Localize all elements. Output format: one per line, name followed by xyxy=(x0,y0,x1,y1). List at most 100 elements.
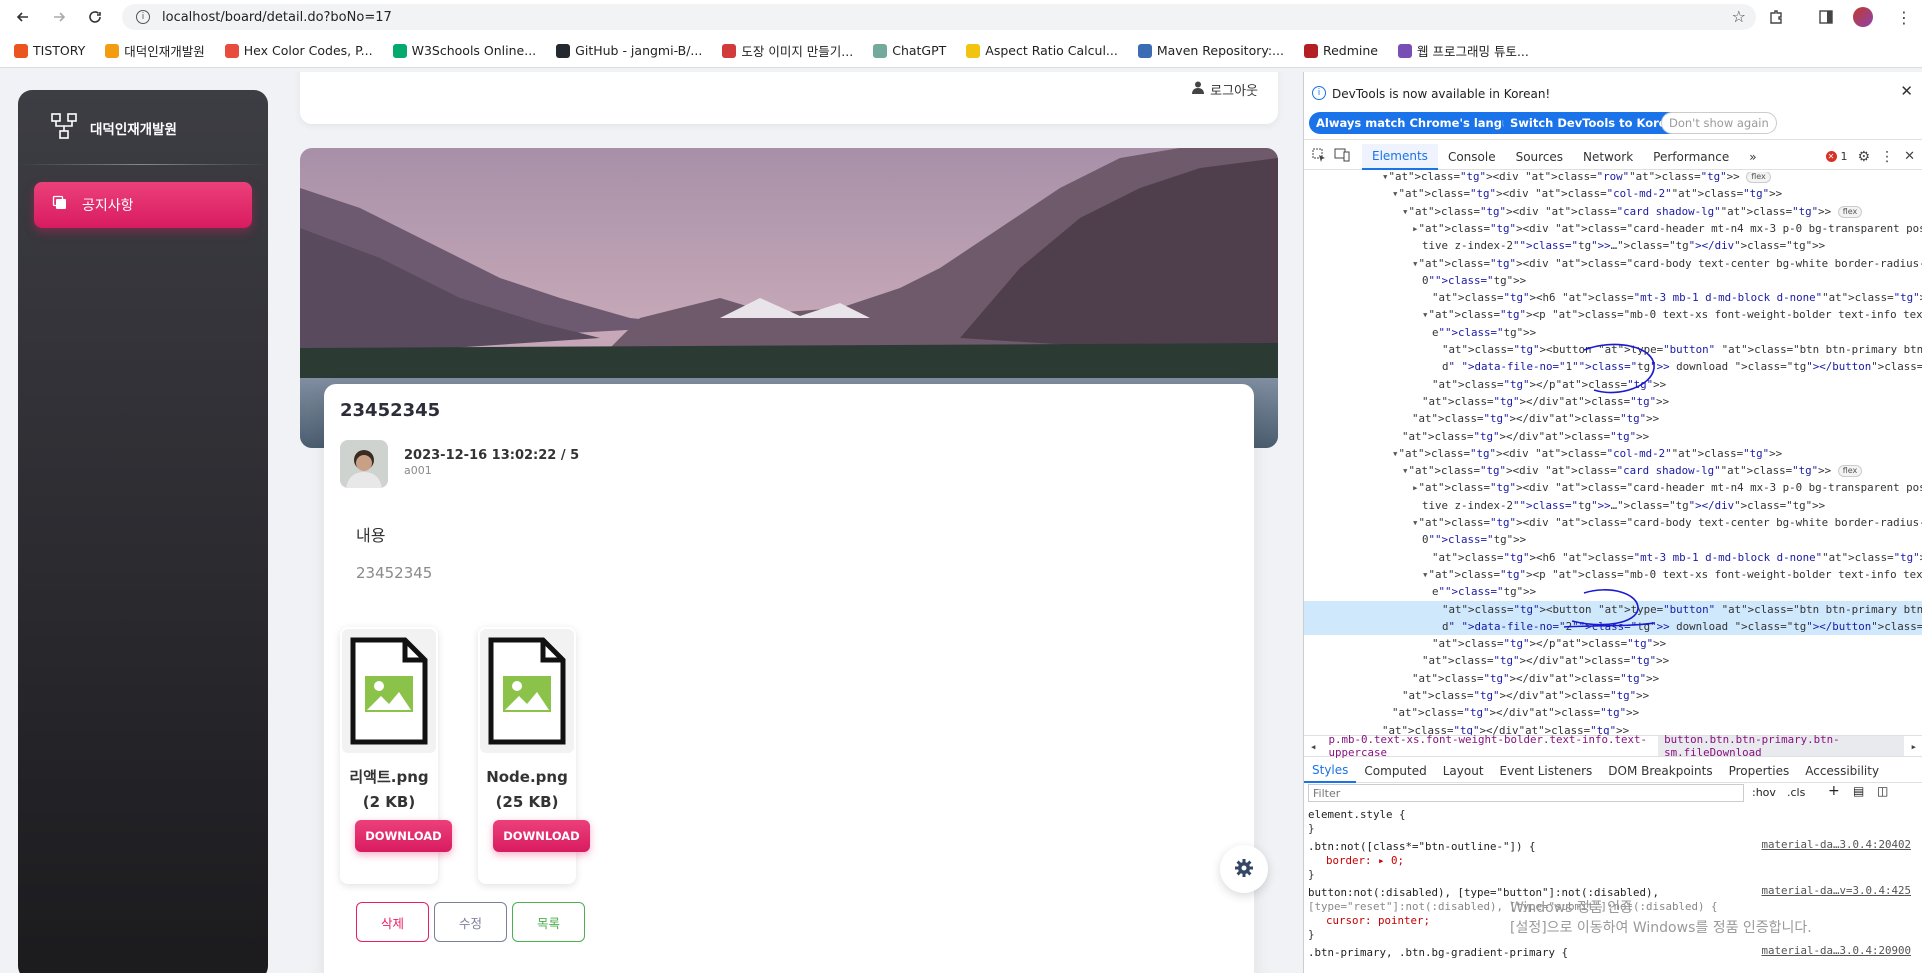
dom-node-line[interactable]: ▾"at">class="tg"><div "at">class="card-b… xyxy=(1412,514,1922,531)
dom-node-line[interactable]: ▸"at">class="tg"><div "at">class="card-h… xyxy=(1412,220,1922,237)
style-source-link[interactable]: material-da…3.0.4:20402 xyxy=(1761,838,1911,851)
tab-network[interactable]: Network xyxy=(1573,144,1643,170)
profile-avatar[interactable] xyxy=(1853,7,1873,27)
logout-link[interactable]: 로그아웃 xyxy=(1192,80,1258,99)
close-icon[interactable]: ✕ xyxy=(1900,82,1913,100)
dom-node-line[interactable]: ▾"at">class="tg"><div "at">class="card s… xyxy=(1402,462,1863,479)
style-rule-line[interactable]: element.style { xyxy=(1308,806,1406,823)
post-title: 23452345 xyxy=(340,400,441,421)
bookmark-item[interactable]: 대덕인재개발원 xyxy=(105,41,205,60)
tab-sources[interactable]: Sources xyxy=(1506,144,1573,170)
forward-icon[interactable] xyxy=(48,6,70,28)
settings-fab[interactable] xyxy=(1220,845,1268,893)
bookmark-item[interactable]: Aspect Ratio Calcul... xyxy=(966,43,1118,58)
url-text[interactable]: localhost/board/detail.do?boNo=17 xyxy=(162,10,392,25)
star-icon[interactable]: ☆ xyxy=(1732,7,1746,26)
crumb-current[interactable]: button.btn.btn-primary.btn-sm.fileDownlo… xyxy=(1658,733,1905,759)
style-rule-line[interactable]: } xyxy=(1308,926,1315,943)
style-source-link[interactable]: material-da…v=3.0.4:425 xyxy=(1761,884,1911,897)
add-rule-icon[interactable]: + xyxy=(1828,783,1840,799)
settings-icon[interactable]: ⚙ xyxy=(1858,149,1871,165)
dom-node-line[interactable]: "at">class="tg"><h6 "at">class="mt-3 mb-… xyxy=(1432,549,1922,566)
dom-node-line[interactable]: ▾"at">class="tg"><p "at">class="mb-0 tex… xyxy=(1422,306,1922,323)
subtab-layout[interactable]: Layout xyxy=(1435,759,1492,783)
reload-icon[interactable] xyxy=(84,6,106,28)
dom-node-line[interactable]: tive z-index-2"">class="tg">>…">class="t… xyxy=(1422,237,1825,254)
subtab-computed[interactable]: Computed xyxy=(1356,759,1434,783)
styles-filter-input[interactable]: Filter xyxy=(1308,784,1744,802)
style-rule-line[interactable]: .btn-primary, .btn.bg-gradient-primary { xyxy=(1308,944,1568,961)
subtab-dom-breakpoints[interactable]: DOM Breakpoints xyxy=(1600,759,1720,783)
subtab-properties[interactable]: Properties xyxy=(1721,759,1798,783)
style-rule-line[interactable]: border: ▸ 0; xyxy=(1326,852,1404,869)
list-button[interactable]: 목록 xyxy=(512,902,585,942)
dom-node-line[interactable]: d" ">data-file-no="1"">class="tg">> down… xyxy=(1442,358,1922,375)
bookmark-item[interactable]: Redmine xyxy=(1303,43,1378,58)
dom-node-line[interactable]: ▸"at">class="tg"><div "at">class="card-h… xyxy=(1412,479,1922,496)
download-button[interactable]: DOWNLOAD xyxy=(355,820,452,852)
bookmark-item[interactable]: TISTORY xyxy=(14,43,85,58)
bookmark-label: Redmine xyxy=(1322,43,1378,58)
crumb-next-icon[interactable]: ▸ xyxy=(1904,740,1922,753)
dom-node-line[interactable]: ▾"at">class="tg"><div "at">class="col-md… xyxy=(1392,445,1782,462)
style-rule-line[interactable]: } xyxy=(1308,866,1315,883)
dom-node-line[interactable]: ▾"at">class="tg"><p "at">class="mb-0 tex… xyxy=(1422,566,1922,583)
error-badge[interactable]: ✕ 1 xyxy=(1825,150,1848,163)
bookmark-item[interactable]: 도장 이미지 만들기... xyxy=(722,41,853,60)
brand[interactable]: 대덕인재개발원 xyxy=(50,112,177,144)
dom-node-line[interactable]: 0"">class="tg">> xyxy=(1422,272,1526,289)
bookmark-item[interactable]: ChatGPT xyxy=(873,43,946,58)
dom-node-line[interactable]: ▾"at">class="tg"><div "at">class="card-b… xyxy=(1412,255,1922,272)
dom-node-line[interactable]: "at">class="tg"></div"at">class="tg">> xyxy=(1402,428,1649,445)
device-toggle-icon[interactable] xyxy=(1334,148,1350,165)
hov-toggle[interactable]: :hov xyxy=(1752,786,1776,799)
subtab-accessibility[interactable]: Accessibility xyxy=(1797,759,1887,783)
back-icon[interactable] xyxy=(12,6,34,28)
dom-node-line[interactable]: "at">class="tg"></div"at">class="tg">> xyxy=(1412,410,1659,427)
sidepanel-icon[interactable] xyxy=(1815,6,1837,28)
crumb-parent[interactable]: p.mb-0.text-xs.font-weight-bolder.text-i… xyxy=(1323,733,1659,759)
bookmark-item[interactable]: Maven Repository:... xyxy=(1137,43,1284,58)
bookmark-favicon-icon xyxy=(873,43,888,58)
sidebar-item-notice[interactable]: 공지사항 xyxy=(34,182,252,228)
more-icon[interactable]: ⋮ xyxy=(1880,149,1894,165)
dom-node-line[interactable]: "at">class="tg"><button "at">type="butto… xyxy=(1442,341,1922,358)
sidebar-toggle-icon[interactable]: ◫ xyxy=(1877,784,1888,798)
bookmark-item[interactable]: Hex Color Codes, P... xyxy=(224,43,373,58)
crumb-prev-icon[interactable]: ◂ xyxy=(1304,740,1323,753)
dom-node-line[interactable]: "at">class="tg"></div"at">class="tg">> xyxy=(1392,704,1639,721)
dom-node-line[interactable]: e"">class="tg">> xyxy=(1432,583,1536,600)
close-devtools-icon[interactable]: ✕ xyxy=(1904,149,1915,164)
bookmark-item[interactable]: W3Schools Online... xyxy=(392,43,536,58)
info-icon[interactable]: i xyxy=(136,10,150,24)
paint-icon[interactable]: ▤ xyxy=(1853,784,1864,798)
delete-button[interactable]: 삭제 xyxy=(356,902,429,942)
bookmark-item[interactable]: 웹 프로그래밍 튜토... xyxy=(1398,41,1529,60)
tab-elements[interactable]: Elements xyxy=(1362,143,1438,170)
edit-button[interactable]: 수정 xyxy=(434,902,507,942)
tab-performance[interactable]: Performance xyxy=(1643,144,1739,170)
dom-node-line[interactable]: ▾"at">class="tg"><div "at">class="card s… xyxy=(1402,203,1863,220)
tab-console[interactable]: Console xyxy=(1438,144,1506,170)
more-tabs-icon[interactable]: » xyxy=(1739,144,1766,170)
bookmark-item[interactable]: GitHub - jangmi-B/... xyxy=(556,43,702,58)
menu-icon[interactable]: ⋮ xyxy=(1893,6,1915,28)
inspect-icon[interactable] xyxy=(1312,148,1326,165)
style-rule-line[interactable]: } xyxy=(1308,820,1315,837)
address-bar[interactable]: i localhost/board/detail.do?boNo=17 ☆ xyxy=(122,4,1756,30)
dom-node-line[interactable]: ▾"at">class="tg"><div "at">class="row""a… xyxy=(1382,172,1771,185)
style-rule-line[interactable]: cursor: pointer; xyxy=(1326,912,1430,929)
dom-node-line[interactable]: tive z-index-2"">class="tg">>…">class="t… xyxy=(1422,497,1825,514)
dont-show-again-button[interactable]: Don't show again xyxy=(1661,112,1777,134)
subtab-styles[interactable]: Styles xyxy=(1304,759,1357,783)
style-source-link[interactable]: material-da…3.0.4:20900 xyxy=(1761,944,1911,957)
download-button[interactable]: DOWNLOAD xyxy=(493,820,590,852)
extensions-icon[interactable] xyxy=(1765,6,1787,28)
dom-node-line[interactable]: ▾"at">class="tg"><div "at">class="col-md… xyxy=(1392,185,1782,202)
subtab-event-listeners[interactable]: Event Listeners xyxy=(1492,759,1601,783)
dom-node-line[interactable]: e"">class="tg">> xyxy=(1432,324,1536,341)
browser-toolbar: i localhost/board/detail.do?boNo=17 ☆ ⋮ xyxy=(0,0,1922,34)
cls-toggle[interactable]: .cls xyxy=(1787,786,1805,799)
dom-node-line[interactable]: 0"">class="tg">> xyxy=(1422,531,1526,548)
dom-node-line[interactable]: "at">class="tg"><h6 "at">class="mt-3 mb-… xyxy=(1432,289,1922,306)
